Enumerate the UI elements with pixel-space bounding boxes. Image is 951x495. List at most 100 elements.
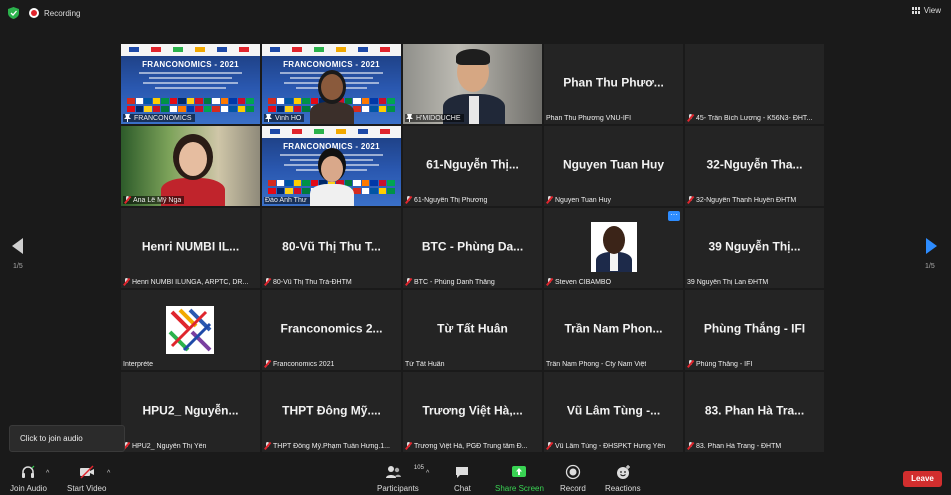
participant-tile[interactable]: Henri NUMBI IL... Henri NUMBI ILUNGA, ARP… bbox=[121, 208, 260, 288]
audio-options-caret-icon[interactable]: ^ bbox=[46, 470, 49, 477]
muted-mic-icon bbox=[687, 114, 694, 122]
participant-tile[interactable]: Trần Nam Phon... Trần Nam Phong - Cty Nam… bbox=[544, 290, 683, 370]
participant-display-name: Henri NUMBI IL... bbox=[141, 239, 240, 254]
interpreter-logo bbox=[166, 306, 214, 354]
participant-tile[interactable]: Nguyen Tuan Huy Nguyen Tuan Huy bbox=[544, 126, 683, 206]
participant-name-label: 83. Phan Hà Trang - ĐHTM bbox=[687, 442, 781, 450]
shield-icon[interactable] bbox=[8, 7, 19, 19]
top-bar: Recording View bbox=[0, 0, 951, 26]
participant-name-label: Phan Thu Phương VNU-IFI bbox=[546, 115, 632, 122]
participant-display-name: THPT Đông Mỹ.... bbox=[282, 403, 381, 418]
muted-mic-icon bbox=[264, 442, 271, 450]
muted-mic-icon bbox=[405, 196, 412, 204]
participant-name-label: H'MIDOUCHE bbox=[405, 114, 464, 122]
join-audio-label: Join Audio bbox=[10, 484, 47, 493]
muted-mic-icon bbox=[687, 442, 694, 450]
page-indicator-right: 1/5 bbox=[925, 263, 935, 270]
video-grid: FRANCONOMICS - 2021 FRANCONOMICS FRANCON… bbox=[121, 44, 824, 452]
muted-mic-icon bbox=[124, 196, 131, 204]
participant-name-label: 39 Nguyễn Thị Lan ĐHTM bbox=[687, 279, 769, 286]
muted-mic-icon bbox=[405, 442, 412, 450]
muted-mic-icon bbox=[687, 360, 694, 368]
participant-tile[interactable]: Trương Việt Hà,... Trương Việt Hà, PGĐ Tr… bbox=[403, 372, 542, 452]
participant-tile[interactable]: Interprète bbox=[121, 290, 260, 370]
view-button[interactable]: View bbox=[911, 6, 941, 15]
participant-tile[interactable]: BTC - Phùng Da... BTC - Phùng Danh Thắng bbox=[403, 208, 542, 288]
participant-display-name: 61-Nguyễn Thị... bbox=[426, 157, 519, 172]
participant-name-label: Đào Anh Thư bbox=[264, 197, 310, 204]
start-video-label: Start Video bbox=[67, 484, 107, 493]
participant-tile[interactable]: Franconomics 2... Franconomics 2021 bbox=[262, 290, 401, 370]
recording-label: Recording bbox=[44, 8, 81, 18]
next-page-arrow-icon[interactable] bbox=[926, 238, 937, 254]
participant-tile[interactable]: ··· Steven CIBAMBO bbox=[544, 208, 683, 288]
participant-name-label: Interprète bbox=[123, 361, 153, 368]
participant-tile[interactable]: Vũ Lâm Tùng -... Vũ Lâm Tùng - ĐHSPKT Hưn… bbox=[544, 372, 683, 452]
view-label: View bbox=[923, 6, 941, 15]
participant-display-name: Nguyen Tuan Huy bbox=[562, 157, 665, 172]
participant-avatar bbox=[591, 222, 637, 272]
participant-name-label: Trương Việt Hà, PGĐ Trung tâm Đ... bbox=[405, 442, 528, 450]
previous-page-arrow-icon[interactable] bbox=[12, 238, 23, 254]
page-indicator-left: 1/5 bbox=[13, 263, 23, 270]
share-screen-button[interactable]: Share Screen bbox=[495, 464, 544, 493]
participant-tile[interactable]: H'MIDOUCHE bbox=[403, 44, 542, 124]
join-audio-tooltip: Click to join audio bbox=[9, 425, 125, 452]
participants-label: Participants bbox=[377, 484, 419, 493]
muted-mic-icon bbox=[687, 196, 694, 204]
participant-display-name: Trương Việt Hà,... bbox=[422, 403, 523, 418]
reactions-button[interactable]: Reactions bbox=[605, 464, 641, 493]
participant-display-name: 80-Vũ Thị Thu T... bbox=[282, 239, 381, 254]
participant-tile[interactable]: FRANCONOMICS - 2021 Vinh HO bbox=[262, 44, 401, 124]
video-off-icon bbox=[79, 465, 94, 479]
participant-display-name: 83. Phan Hà Tra... bbox=[704, 403, 805, 418]
muted-mic-icon bbox=[546, 196, 553, 204]
chat-label: Chat bbox=[454, 484, 471, 493]
participant-video bbox=[403, 44, 542, 124]
join-audio-button[interactable]: Join Audio bbox=[10, 464, 47, 493]
chat-button[interactable]: Chat bbox=[454, 464, 471, 493]
video-options-caret-icon[interactable]: ^ bbox=[107, 470, 110, 477]
start-video-button[interactable]: Start Video bbox=[67, 464, 106, 493]
zoom-meeting-window: Recording View FRANCONOMICS - 2021 FRANC… bbox=[0, 0, 951, 495]
participant-tile[interactable]: FRANCONOMICS - 2021 Đào Anh Thư bbox=[262, 126, 401, 206]
participant-name-label: 80-Vũ Thị Thu Trà-ĐHTM bbox=[264, 278, 352, 286]
participant-tile[interactable]: HPU2_ Nguyễn... HPU2_ Nguyễn Thị Yến bbox=[121, 372, 260, 452]
participant-tile[interactable]: Phùng Thắng - IFI Phùng Thắng - IFI bbox=[685, 290, 824, 370]
participant-display-name: Trần Nam Phon... bbox=[564, 321, 663, 336]
participant-tile[interactable]: 32-Nguyễn Tha... 32-Nguyễn Thanh Huyền ĐH… bbox=[685, 126, 824, 206]
record-button[interactable]: Record bbox=[560, 464, 586, 493]
participant-display-name: BTC - Phùng Da... bbox=[421, 239, 524, 254]
participant-tile[interactable]: Phan Thu Phươ... Phan Thu Phương VNU-IFI bbox=[544, 44, 683, 124]
participant-tile[interactable]: 80-Vũ Thị Thu T... 80-Vũ Thị Thu Trà-ĐHTM bbox=[262, 208, 401, 288]
participant-display-name: Phùng Thắng - IFI bbox=[703, 321, 806, 336]
participant-tile[interactable]: THPT Đông Mỹ.... THPT Đông Mỹ.Phạm Tuấn H… bbox=[262, 372, 401, 452]
participants-options-caret-icon[interactable]: ^ bbox=[426, 470, 429, 477]
headphones-icon bbox=[22, 465, 35, 478]
more-options-icon[interactable]: ··· bbox=[668, 211, 680, 221]
participant-tile[interactable]: 61-Nguyễn Thị... 61-Nguyễn Thị Phương bbox=[403, 126, 542, 206]
participants-button[interactable]: 105 Participants bbox=[377, 464, 424, 493]
participant-tile[interactable]: Ana Lê Mỹ Nga bbox=[121, 126, 260, 206]
participant-name-label: BTC - Phùng Danh Thắng bbox=[405, 278, 495, 286]
grid-view-icon bbox=[911, 6, 921, 15]
reactions-label: Reactions bbox=[605, 484, 641, 493]
participant-count: 105 bbox=[413, 465, 424, 471]
share-screen-icon bbox=[512, 466, 527, 477]
participant-display-name: 32-Nguyễn Tha... bbox=[706, 157, 803, 172]
participant-name-label: Vũ Lâm Tùng - ĐHSPKT Hưng Yên bbox=[546, 442, 665, 450]
participant-name-label: Ana Lê Mỹ Nga bbox=[123, 196, 185, 204]
participant-tile[interactable]: 45- Trần Bích Lương - K56N3- ĐHT... bbox=[685, 44, 824, 124]
slide-title: FRANCONOMICS - 2021 bbox=[142, 60, 239, 69]
participant-tile[interactable]: FRANCONOMICS - 2021 FRANCONOMICS bbox=[121, 44, 260, 124]
participant-display-name: HPU2_ Nguyễn... bbox=[142, 403, 239, 418]
reactions-icon bbox=[616, 465, 630, 479]
participant-tile[interactable]: 83. Phan Hà Tra... 83. Phan Hà Trang - ĐH… bbox=[685, 372, 824, 452]
leave-button[interactable]: Leave bbox=[903, 471, 942, 487]
participant-name-label: Trần Nam Phong - Cty Nam Việt bbox=[546, 361, 647, 368]
participant-tile[interactable]: Từ Tất Huân Từ Tất Huân bbox=[403, 290, 542, 370]
share-screen-label: Share Screen bbox=[495, 484, 544, 493]
participant-tile[interactable]: 39 Nguyễn Thị... 39 Nguyễn Thị Lan ĐHTM bbox=[685, 208, 824, 288]
participant-display-name: 39 Nguyễn Thị... bbox=[708, 239, 801, 254]
participant-display-name: Phan Thu Phươ... bbox=[563, 75, 664, 90]
